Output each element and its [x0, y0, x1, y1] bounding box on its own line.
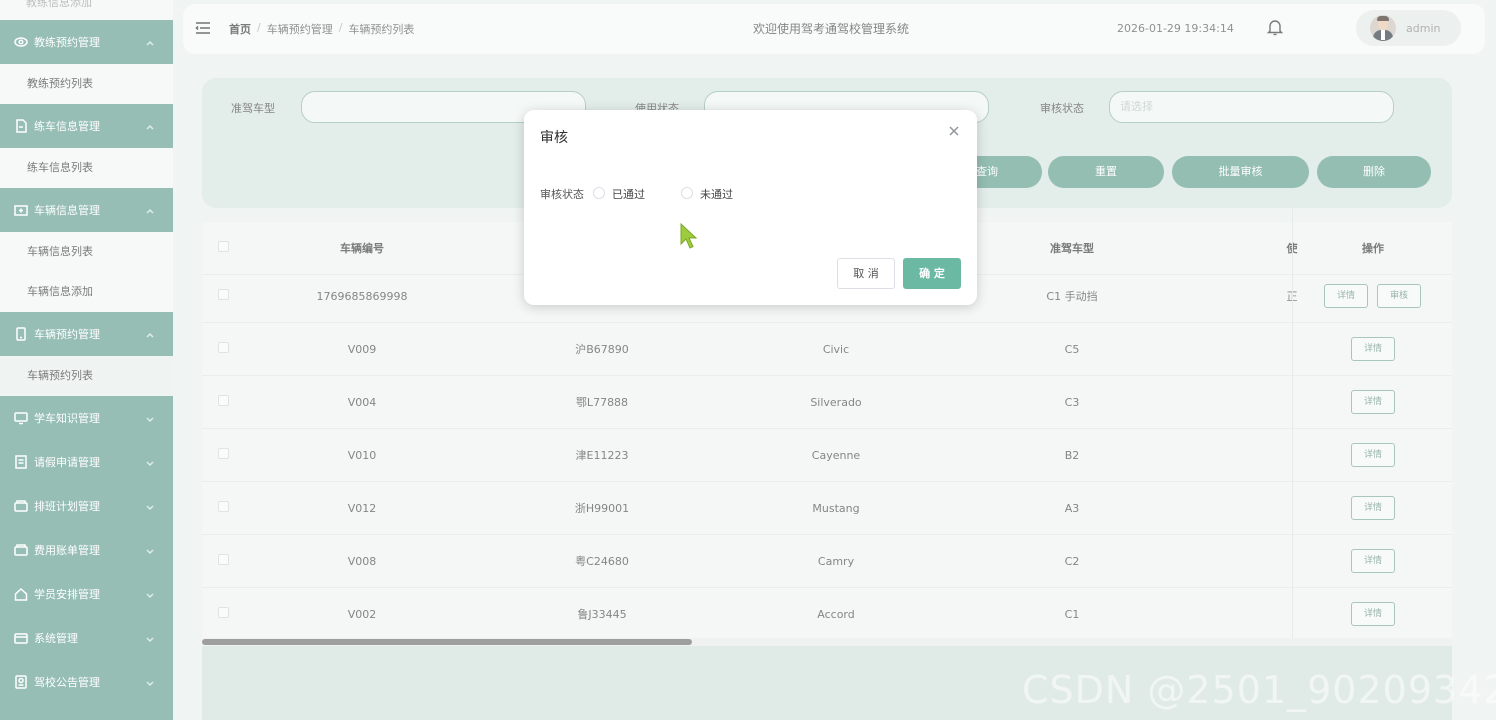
review-dialog: 审核 审核状态 已通过 未通过 取 消 确 定 — [524, 110, 977, 305]
mouse-cursor-icon — [680, 222, 698, 249]
confirm-button[interactable]: 确 定 — [903, 258, 961, 289]
radio-approved-label[interactable]: 已通过 — [612, 186, 645, 202]
modal-overlay[interactable] — [0, 0, 1496, 720]
watermark: CSDN @2501_90209342 — [1022, 668, 1496, 712]
radio-approved[interactable] — [593, 187, 605, 199]
radio-rejected-label[interactable]: 未通过 — [700, 186, 733, 202]
radio-rejected[interactable] — [681, 187, 693, 199]
dialog-title: 审核 — [540, 130, 568, 146]
cancel-button[interactable]: 取 消 — [837, 258, 895, 289]
review-status-label: 审核状态 — [540, 188, 584, 201]
close-icon[interactable] — [948, 125, 962, 139]
